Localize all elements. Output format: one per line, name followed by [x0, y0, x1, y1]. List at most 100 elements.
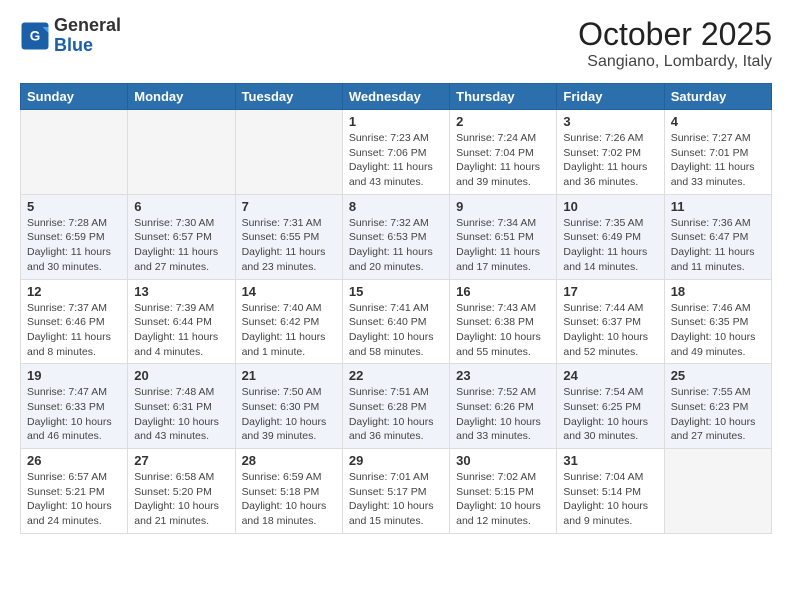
- table-row: 13 Sunrise: 7:39 AMSunset: 6:44 PMDayligh…: [128, 279, 235, 364]
- day-number: 19: [27, 368, 121, 383]
- day-info: Sunrise: 7:40 AMSunset: 6:42 PMDaylight:…: [242, 301, 336, 360]
- page-container: G General Blue October 2025 Sangiano, Lo…: [0, 0, 792, 544]
- day-number: 10: [563, 199, 657, 214]
- calendar-week-row: 26Sunrise: 6:57 AMSunset: 5:21 PMDayligh…: [21, 449, 772, 534]
- day-info: Sunrise: 7:28 AMSunset: 6:59 PMDaylight:…: [27, 216, 121, 275]
- day-info: Sunrise: 7:24 AMSunset: 7:04 PMDaylight:…: [456, 131, 550, 190]
- day-info: Sunrise: 7:37 AMSunset: 6:46 PMDaylight:…: [27, 301, 121, 360]
- table-row: 6 Sunrise: 7:30 AMSunset: 6:57 PMDaylight…: [128, 194, 235, 279]
- day-info: Sunrise: 7:44 AMSunset: 6:37 PMDaylight:…: [563, 301, 657, 360]
- table-row: 2 Sunrise: 7:24 AMSunset: 7:04 PMDaylight…: [450, 110, 557, 195]
- day-info: Sunrise: 7:51 AMSunset: 6:28 PMDaylight:…: [349, 385, 443, 444]
- day-info: Sunrise: 7:31 AMSunset: 6:55 PMDaylight:…: [242, 216, 336, 275]
- table-row: 19 Sunrise: 7:47 AMSunset: 6:33 PMDayligh…: [21, 364, 128, 449]
- day-info: Sunrise: 6:58 AMSunset: 5:20 PMDaylight:…: [134, 470, 228, 529]
- table-row: 5 Sunrise: 7:28 AMSunset: 6:59 PMDaylight…: [21, 194, 128, 279]
- table-row: 14 Sunrise: 7:40 AMSunset: 6:42 PMDayligh…: [235, 279, 342, 364]
- table-row: 12 Sunrise: 7:37 AMSunset: 6:46 PMDayligh…: [21, 279, 128, 364]
- col-saturday: Saturday: [664, 84, 771, 110]
- day-info: Sunrise: 7:39 AMSunset: 6:44 PMDaylight:…: [134, 301, 228, 360]
- table-row: 18Sunrise: 7:46 AMSunset: 6:35 PMDayligh…: [664, 279, 771, 364]
- svg-text:G: G: [30, 28, 41, 43]
- table-row: 16 Sunrise: 7:43 AMSunset: 6:38 PMDayligh…: [450, 279, 557, 364]
- day-number: 23: [456, 368, 550, 383]
- day-number: 6: [134, 199, 228, 214]
- table-row: 8 Sunrise: 7:32 AMSunset: 6:53 PMDaylight…: [342, 194, 449, 279]
- col-thursday: Thursday: [450, 84, 557, 110]
- table-row: 30 Sunrise: 7:02 AMSunset: 5:15 PMDayligh…: [450, 449, 557, 534]
- day-number: 5: [27, 199, 121, 214]
- day-info: Sunrise: 6:59 AMSunset: 5:18 PMDaylight:…: [242, 470, 336, 529]
- table-row: 7 Sunrise: 7:31 AMSunset: 6:55 PMDaylight…: [235, 194, 342, 279]
- title-block: October 2025 Sangiano, Lombardy, Italy: [578, 16, 772, 71]
- table-row: 15 Sunrise: 7:41 AMSunset: 6:40 PMDayligh…: [342, 279, 449, 364]
- day-number: 17: [563, 284, 657, 299]
- day-info: Sunrise: 7:55 AMSunset: 6:23 PMDaylight:…: [671, 385, 765, 444]
- col-wednesday: Wednesday: [342, 84, 449, 110]
- day-info: Sunrise: 7:48 AMSunset: 6:31 PMDaylight:…: [134, 385, 228, 444]
- day-number: 12: [27, 284, 121, 299]
- day-info: Sunrise: 7:43 AMSunset: 6:38 PMDaylight:…: [456, 301, 550, 360]
- day-number: 9: [456, 199, 550, 214]
- table-row: 17 Sunrise: 7:44 AMSunset: 6:37 PMDayligh…: [557, 279, 664, 364]
- table-row: 3 Sunrise: 7:26 AMSunset: 7:02 PMDaylight…: [557, 110, 664, 195]
- day-number: 14: [242, 284, 336, 299]
- day-info: Sunrise: 7:41 AMSunset: 6:40 PMDaylight:…: [349, 301, 443, 360]
- logo: G General Blue: [20, 16, 121, 56]
- table-row: 21 Sunrise: 7:50 AMSunset: 6:30 PMDayligh…: [235, 364, 342, 449]
- table-row: [235, 110, 342, 195]
- day-info: Sunrise: 7:23 AMSunset: 7:06 PMDaylight:…: [349, 131, 443, 190]
- table-row: 10 Sunrise: 7:35 AMSunset: 6:49 PMDayligh…: [557, 194, 664, 279]
- day-number: 1: [349, 114, 443, 129]
- table-row: 11 Sunrise: 7:36 AMSunset: 6:47 PMDayligh…: [664, 194, 771, 279]
- table-row: [21, 110, 128, 195]
- logo-text: General Blue: [54, 16, 121, 56]
- day-number: 3: [563, 114, 657, 129]
- day-number: 26: [27, 453, 121, 468]
- page-header: G General Blue October 2025 Sangiano, Lo…: [20, 16, 772, 71]
- day-number: 11: [671, 199, 765, 214]
- day-info: Sunrise: 7:02 AMSunset: 5:15 PMDaylight:…: [456, 470, 550, 529]
- table-row: 23 Sunrise: 7:52 AMSunset: 6:26 PMDayligh…: [450, 364, 557, 449]
- table-row: 31Sunrise: 7:04 AMSunset: 5:14 PMDayligh…: [557, 449, 664, 534]
- table-row: 9Sunrise: 7:34 AMSunset: 6:51 PMDaylight…: [450, 194, 557, 279]
- day-number: 4: [671, 114, 765, 129]
- day-number: 2: [456, 114, 550, 129]
- day-info: Sunrise: 7:35 AMSunset: 6:49 PMDaylight:…: [563, 216, 657, 275]
- col-tuesday: Tuesday: [235, 84, 342, 110]
- day-info: Sunrise: 7:26 AMSunset: 7:02 PMDaylight:…: [563, 131, 657, 190]
- day-info: Sunrise: 7:50 AMSunset: 6:30 PMDaylight:…: [242, 385, 336, 444]
- col-sunday: Sunday: [21, 84, 128, 110]
- day-number: 30: [456, 453, 550, 468]
- day-number: 21: [242, 368, 336, 383]
- day-number: 18: [671, 284, 765, 299]
- day-number: 24: [563, 368, 657, 383]
- day-info: Sunrise: 7:52 AMSunset: 6:26 PMDaylight:…: [456, 385, 550, 444]
- day-number: 7: [242, 199, 336, 214]
- col-friday: Friday: [557, 84, 664, 110]
- table-row: 4Sunrise: 7:27 AMSunset: 7:01 PMDaylight…: [664, 110, 771, 195]
- day-number: 13: [134, 284, 228, 299]
- day-info: Sunrise: 7:36 AMSunset: 6:47 PMDaylight:…: [671, 216, 765, 275]
- day-info: Sunrise: 7:30 AMSunset: 6:57 PMDaylight:…: [134, 216, 228, 275]
- day-info: Sunrise: 7:47 AMSunset: 6:33 PMDaylight:…: [27, 385, 121, 444]
- calendar-table: Sunday Monday Tuesday Wednesday Thursday…: [20, 83, 772, 534]
- calendar-week-row: 1 Sunrise: 7:23 AMSunset: 7:06 PMDaylight…: [21, 110, 772, 195]
- day-info: Sunrise: 7:01 AMSunset: 5:17 PMDaylight:…: [349, 470, 443, 529]
- day-info: Sunrise: 7:54 AMSunset: 6:25 PMDaylight:…: [563, 385, 657, 444]
- table-row: 28Sunrise: 6:59 AMSunset: 5:18 PMDayligh…: [235, 449, 342, 534]
- day-number: 15: [349, 284, 443, 299]
- day-number: 27: [134, 453, 228, 468]
- table-row: 27 Sunrise: 6:58 AMSunset: 5:20 PMDayligh…: [128, 449, 235, 534]
- day-number: 29: [349, 453, 443, 468]
- table-row: 1 Sunrise: 7:23 AMSunset: 7:06 PMDaylight…: [342, 110, 449, 195]
- day-number: 31: [563, 453, 657, 468]
- table-row: 26Sunrise: 6:57 AMSunset: 5:21 PMDayligh…: [21, 449, 128, 534]
- table-row: 20Sunrise: 7:48 AMSunset: 6:31 PMDayligh…: [128, 364, 235, 449]
- logo-icon: G: [20, 21, 50, 51]
- table-row: 24 Sunrise: 7:54 AMSunset: 6:25 PMDayligh…: [557, 364, 664, 449]
- day-number: 8: [349, 199, 443, 214]
- month-title: October 2025: [578, 16, 772, 53]
- day-info: Sunrise: 7:32 AMSunset: 6:53 PMDaylight:…: [349, 216, 443, 275]
- day-number: 16: [456, 284, 550, 299]
